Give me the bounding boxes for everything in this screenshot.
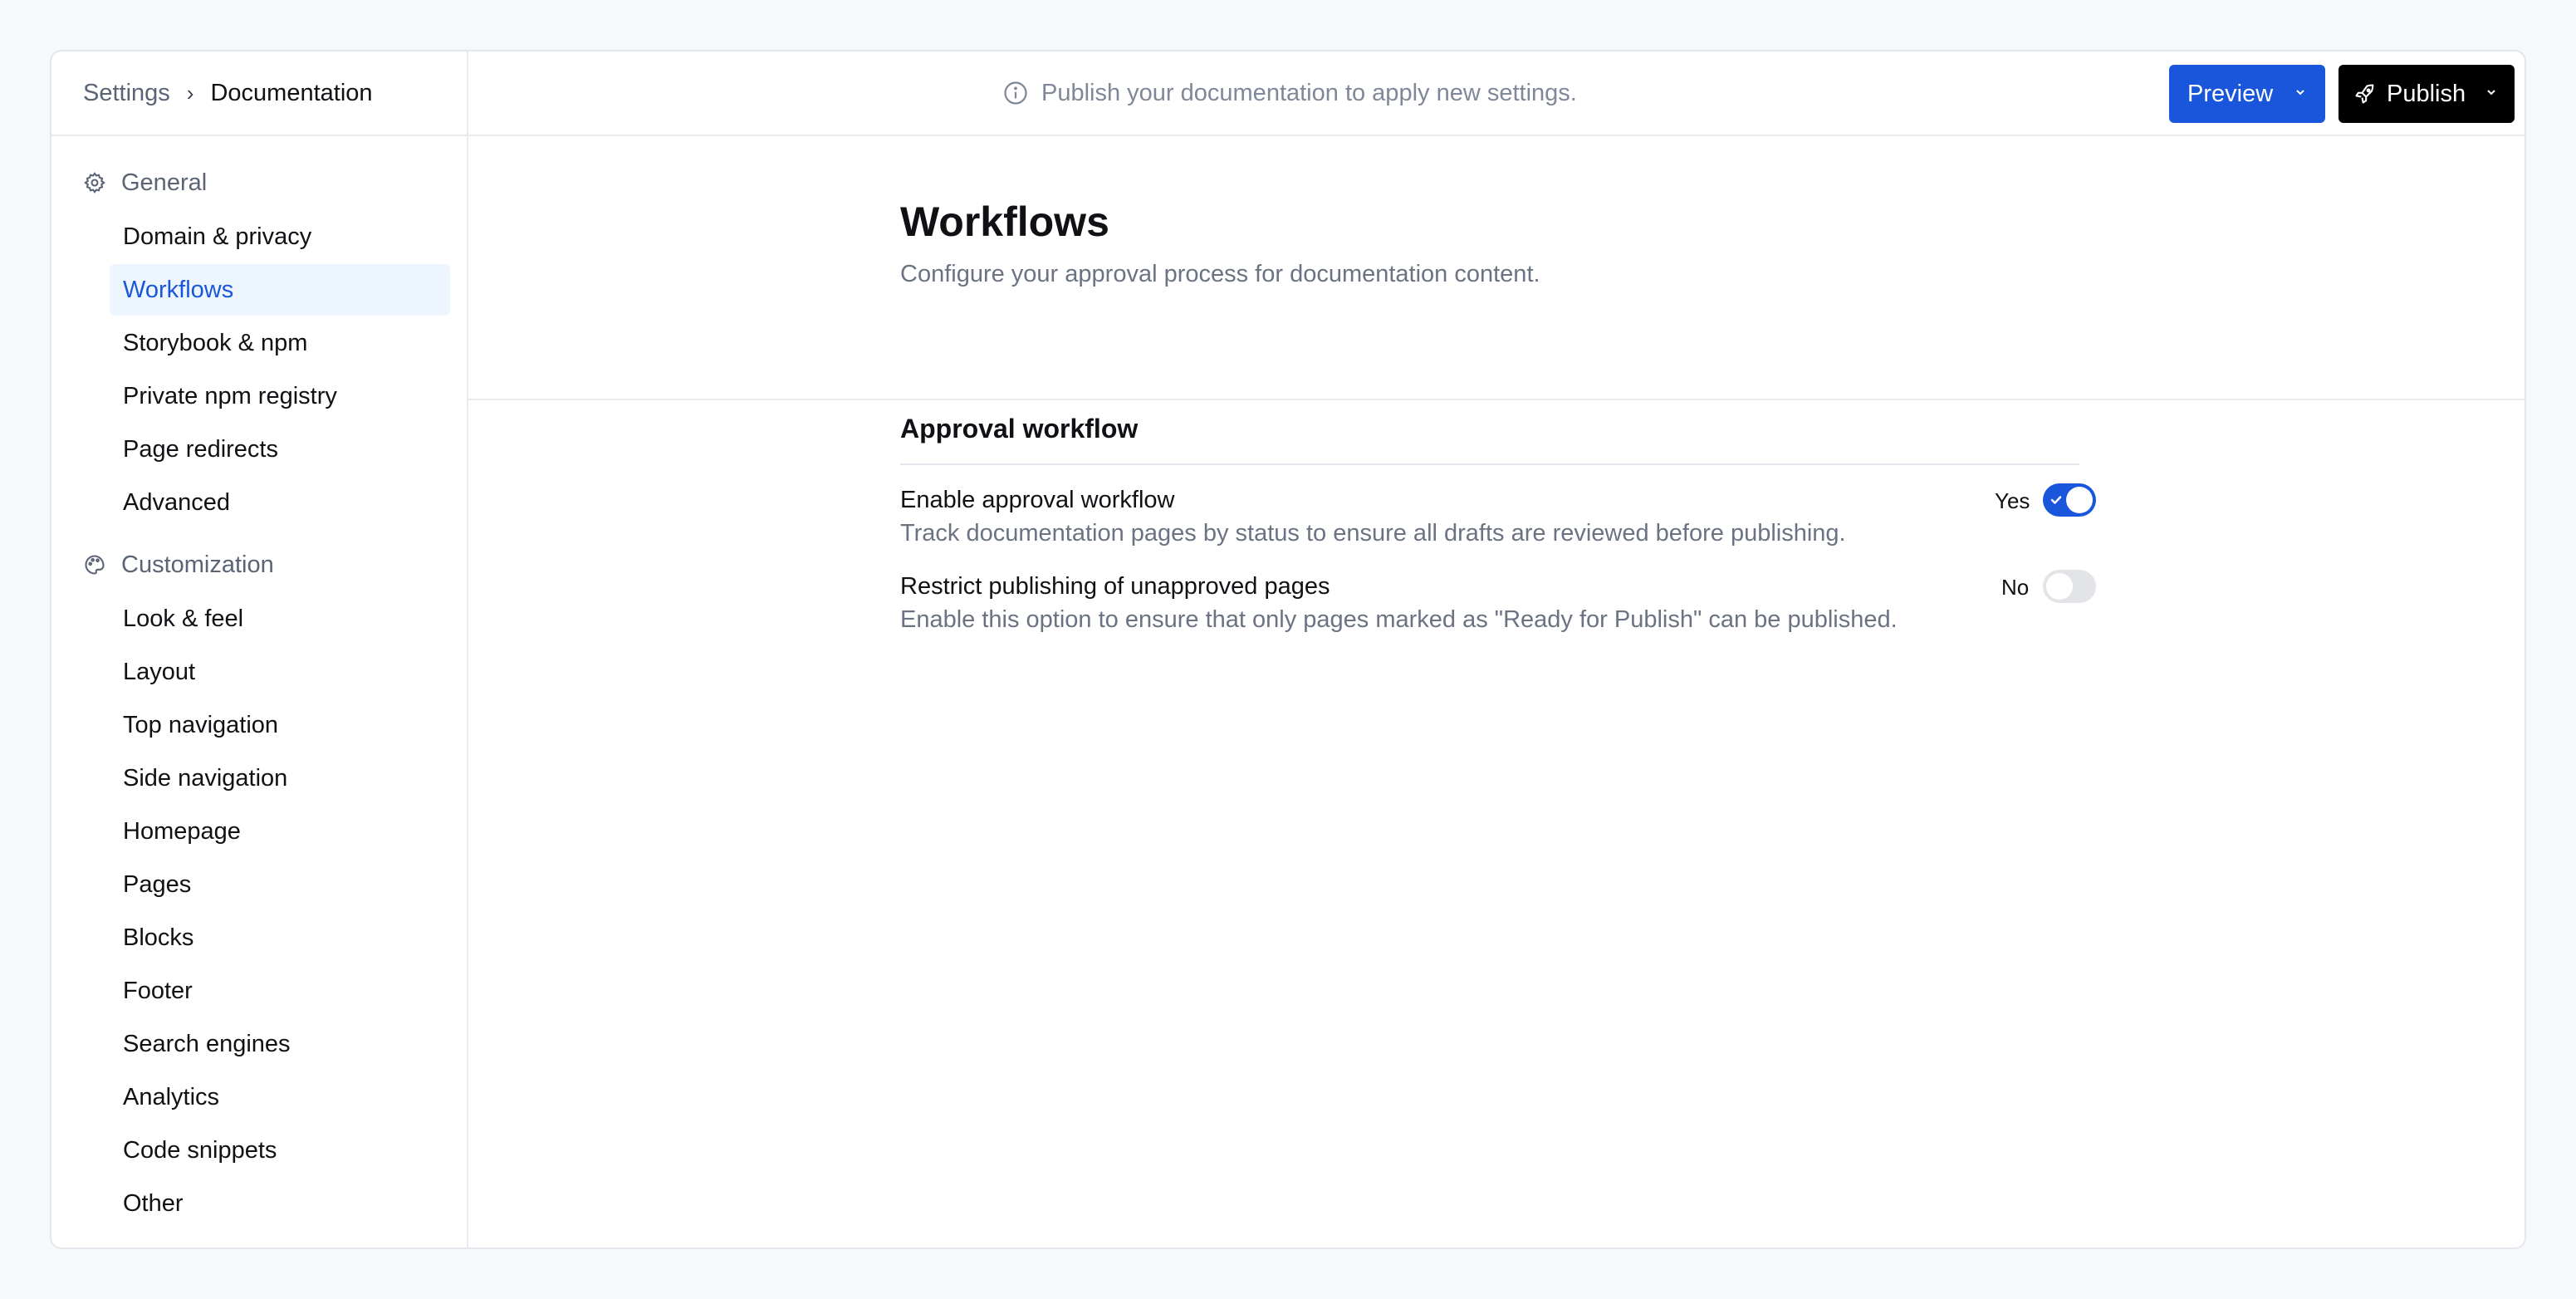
palette-icon bbox=[85, 555, 105, 575]
publish-button[interactable]: Publish bbox=[2338, 65, 2515, 123]
check-icon bbox=[2050, 496, 2062, 504]
sidebar-item-page-redirects[interactable]: Page redirects bbox=[110, 424, 450, 475]
sidebar-item-homepage[interactable]: Homepage bbox=[110, 806, 450, 857]
sidebar-item-storybook-npm[interactable]: Storybook & npm bbox=[110, 317, 450, 369]
setting-description: Track documentation pages by status to e… bbox=[900, 520, 1846, 547]
sidebar-item-look-feel[interactable]: Look & feel bbox=[110, 593, 450, 645]
sidebar-item-other[interactable]: Other bbox=[110, 1178, 450, 1229]
publish-label: Publish bbox=[2387, 80, 2466, 107]
sidebar-item-side-navigation[interactable]: Side navigation bbox=[110, 752, 450, 804]
setting-label: Restrict publishing of unapproved pages bbox=[900, 573, 1330, 600]
toggle-knob bbox=[2046, 573, 2073, 600]
page-title: Workflows bbox=[900, 199, 1109, 245]
sidebar-group-label: General bbox=[121, 169, 208, 196]
setting-label: Enable approval workflow bbox=[900, 487, 1175, 513]
breadcrumb-settings-link[interactable]: Settings bbox=[83, 80, 170, 107]
sidebar-item-layout[interactable]: Layout bbox=[110, 646, 450, 698]
toggle-knob bbox=[2066, 487, 2093, 513]
info-icon bbox=[1004, 81, 1027, 105]
toggle-state-label: Yes bbox=[1995, 488, 2030, 513]
gear-icon bbox=[84, 172, 105, 194]
publish-notice: Publish your documentation to apply new … bbox=[1003, 51, 1577, 135]
sidebar-group-customization: Customization bbox=[83, 548, 274, 581]
sidebar-group-label: Customization bbox=[121, 551, 274, 578]
preview-label: Preview bbox=[2187, 80, 2274, 107]
chevron-down-icon bbox=[2296, 90, 2304, 96]
enable-approval-workflow-toggle[interactable] bbox=[2043, 483, 2096, 517]
sidebar-item-footer[interactable]: Footer bbox=[110, 965, 450, 1017]
notice-text: Publish your documentation to apply new … bbox=[1041, 79, 1577, 106]
sidebar-item-blocks[interactable]: Blocks bbox=[110, 912, 450, 963]
top-bar: Settings › Documentation Publish your do… bbox=[51, 51, 2525, 136]
sidebar-item-pages[interactable]: Pages bbox=[110, 859, 450, 910]
settings-window: Settings › Documentation Publish your do… bbox=[50, 50, 2526, 1249]
sidebar-item-code-snippets[interactable]: Code snippets bbox=[110, 1125, 450, 1176]
sidebar-item-domain-privacy[interactable]: Domain & privacy bbox=[110, 211, 450, 262]
page-header: Workflows Configure your approval proces… bbox=[468, 136, 2525, 400]
restrict-publishing-toggle[interactable] bbox=[2043, 570, 2096, 603]
rocket-icon bbox=[2355, 84, 2374, 104]
sidebar-group-general: General bbox=[83, 166, 207, 199]
breadcrumb: Settings › Documentation bbox=[51, 51, 468, 135]
sidebar-item-advanced[interactable]: Advanced bbox=[110, 477, 450, 528]
sidebar-item-private-npm-registry[interactable]: Private npm registry bbox=[110, 370, 450, 422]
page-subtitle: Configure your approval process for docu… bbox=[900, 261, 1540, 287]
sidebar-item-top-navigation[interactable]: Top navigation bbox=[110, 699, 450, 751]
settings-sidebar: General Domain & privacy Workflows Story… bbox=[51, 136, 468, 1248]
chevron-down-icon bbox=[2487, 90, 2495, 96]
breadcrumb-current: Documentation bbox=[210, 79, 373, 106]
sidebar-item-analytics[interactable]: Analytics bbox=[110, 1071, 450, 1123]
section-divider bbox=[900, 463, 2079, 465]
setting-description: Enable this option to ensure that only p… bbox=[900, 606, 1898, 633]
sidebar-item-search-engines[interactable]: Search engines bbox=[110, 1018, 450, 1070]
section-title: Approval workflow bbox=[900, 414, 1139, 444]
breadcrumb-separator: › bbox=[186, 80, 194, 105]
preview-button[interactable]: Preview bbox=[2169, 65, 2325, 123]
sidebar-item-workflows[interactable]: Workflows bbox=[110, 264, 450, 316]
toggle-state-label: No bbox=[2001, 575, 2030, 600]
